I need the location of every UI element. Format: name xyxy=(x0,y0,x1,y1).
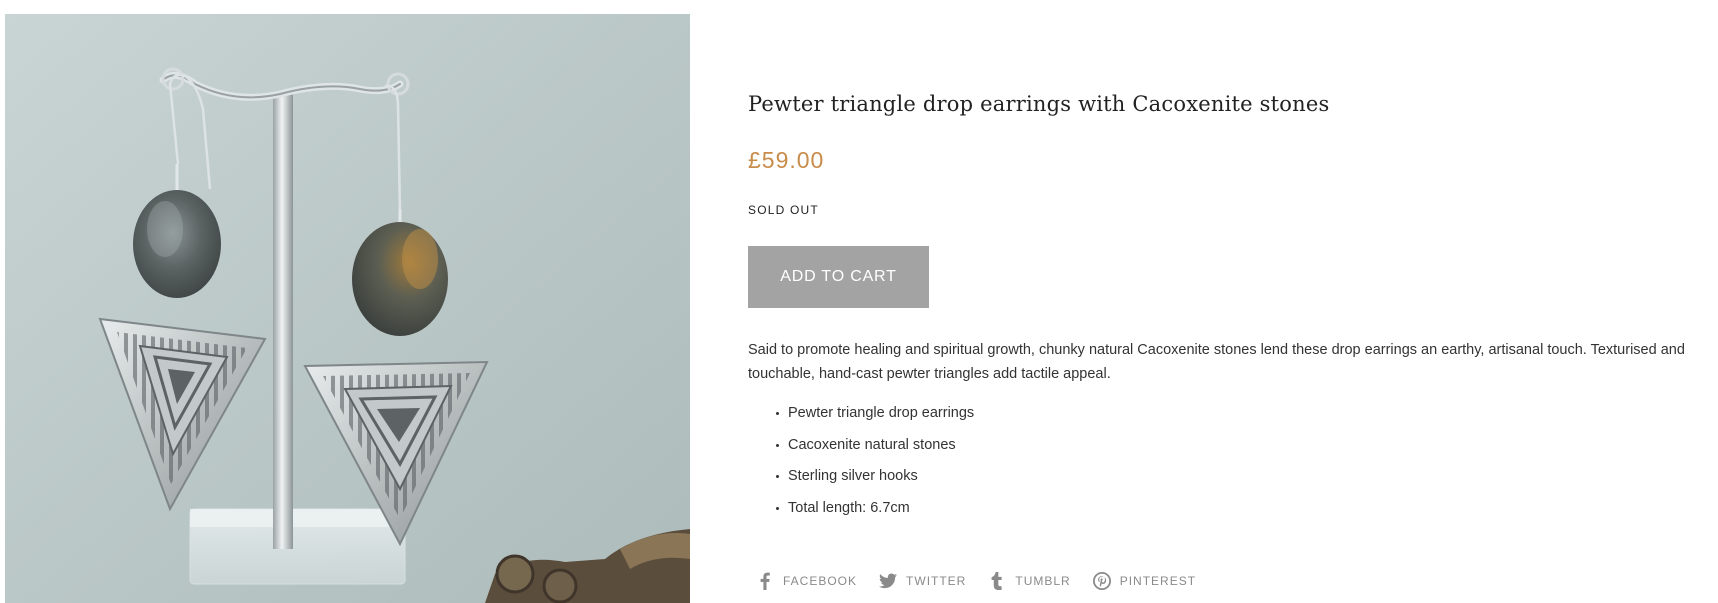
share-tumblr-label: TUMBLR xyxy=(1015,574,1071,588)
share-facebook-label: FACEBOOK xyxy=(783,574,858,588)
share-pinterest-link[interactable]: PINTEREST xyxy=(1092,572,1197,590)
add-to-cart-button[interactable]: ADD TO CART xyxy=(748,246,929,308)
product-description: Said to promote healing and spiritual gr… xyxy=(748,342,1685,382)
share-links: FACEBOOK TWITTER TUMBLR PINTEREST xyxy=(756,572,1218,590)
list-item: Total length: 6.7cm xyxy=(776,496,974,528)
list-item: Cacoxenite natural stones xyxy=(776,433,974,465)
share-twitter-label: TWITTER xyxy=(906,574,967,588)
availability-status: SOLD OUT xyxy=(748,203,819,217)
list-item: Sterling silver hooks xyxy=(776,464,974,496)
twitter-icon xyxy=(879,572,898,590)
share-tumblr-link[interactable]: TUMBLR xyxy=(988,572,1070,590)
share-facebook-link[interactable]: FACEBOOK xyxy=(756,572,857,590)
product-image[interactable] xyxy=(5,14,690,603)
product-title: Pewter triangle drop earrings with Cacox… xyxy=(748,92,1330,116)
tumblr-icon xyxy=(988,572,1006,590)
share-twitter-link[interactable]: TWITTER xyxy=(879,572,966,590)
facebook-icon xyxy=(756,572,774,590)
list-item: Pewter triangle drop earrings xyxy=(776,401,974,433)
pinterest-icon xyxy=(1092,572,1111,590)
product-price: £59.00 xyxy=(748,147,825,173)
product-page: Pewter triangle drop earrings with Cacox… xyxy=(0,0,1718,603)
share-pinterest-label: PINTEREST xyxy=(1119,574,1197,588)
product-features-list: Pewter triangle drop earrings Cacoxenite… xyxy=(748,401,974,527)
